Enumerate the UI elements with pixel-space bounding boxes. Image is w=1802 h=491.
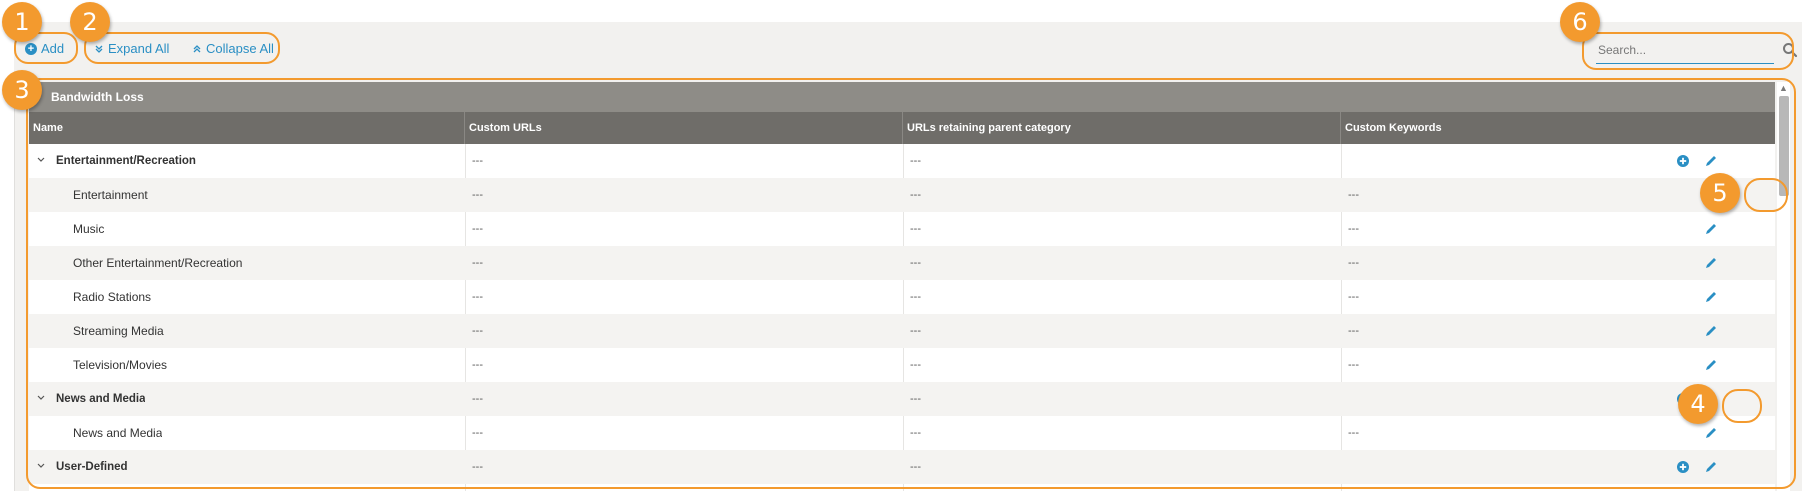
row-urls-retaining: --- bbox=[910, 461, 921, 473]
pencil-icon[interactable] bbox=[1704, 154, 1718, 168]
row-urls-retaining: --- bbox=[910, 223, 921, 235]
table-row[interactable]: Radio Stations --- --- --- bbox=[29, 280, 1775, 314]
pencil-icon[interactable] bbox=[1704, 426, 1718, 440]
expand-all-label: Expand All bbox=[108, 41, 170, 56]
table-row[interactable]: Entertainment/Recreation --- --- bbox=[29, 144, 1775, 178]
row-custom-urls: --- bbox=[472, 359, 483, 371]
row-name: Television/Movies bbox=[73, 358, 168, 372]
expand-all-button[interactable]: Expand All bbox=[94, 40, 169, 58]
row-custom-urls: --- bbox=[472, 189, 483, 201]
row-custom-urls: --- bbox=[472, 325, 483, 337]
row-name: User-Defined bbox=[56, 461, 128, 473]
table-row[interactable]: Streaming Media --- --- --- bbox=[29, 314, 1775, 348]
table-row[interactable]: News and Media --- --- bbox=[29, 382, 1775, 416]
vertical-scrollbar[interactable]: ▲ bbox=[1777, 82, 1790, 491]
table-row[interactable]: User-Defined --- --- bbox=[29, 450, 1775, 484]
row-custom-keywords: --- bbox=[1348, 257, 1359, 269]
magnifier-icon[interactable] bbox=[1782, 42, 1798, 58]
chevron-down-icon[interactable] bbox=[35, 461, 47, 471]
column-header-custom-urls[interactable]: Custom URLs bbox=[465, 112, 903, 144]
row-urls-retaining: --- bbox=[910, 291, 921, 303]
callout-badge-1: 1 bbox=[2, 2, 42, 42]
row-name: Other Entertainment/Recreation bbox=[73, 256, 243, 270]
search-box bbox=[1596, 38, 1798, 64]
row-custom-urls: --- bbox=[472, 223, 483, 235]
search-input[interactable] bbox=[1596, 38, 1746, 62]
row-custom-keywords: --- bbox=[1348, 427, 1359, 439]
column-header-urls-retaining[interactable]: URLs retaining parent category bbox=[903, 112, 1341, 144]
row-urls-retaining: --- bbox=[910, 189, 921, 201]
chevron-down-icon[interactable] bbox=[35, 393, 47, 403]
pencil-icon[interactable] bbox=[1704, 256, 1718, 270]
toolbar bbox=[14, 22, 1802, 76]
group-header[interactable]: Bandwidth Loss bbox=[29, 82, 1775, 112]
row-custom-keywords: --- bbox=[1348, 223, 1359, 235]
callout-badge-2: 2 bbox=[70, 2, 110, 42]
row-name: Entertainment/Recreation bbox=[56, 155, 196, 167]
row-urls-retaining: --- bbox=[910, 393, 921, 405]
row-urls-retaining: --- bbox=[910, 155, 921, 167]
double-chevron-up-icon bbox=[193, 45, 201, 53]
row-name: News and Media bbox=[73, 426, 163, 440]
row-name: Music bbox=[73, 222, 105, 236]
collapse-all-label: Collapse All bbox=[206, 41, 274, 56]
scroll-thumb[interactable] bbox=[1779, 96, 1789, 196]
row-name: Entertainment bbox=[73, 188, 148, 202]
collapse-all-button[interactable]: Collapse All bbox=[192, 40, 274, 58]
add-button[interactable]: + Add bbox=[25, 40, 64, 58]
pencil-icon[interactable] bbox=[1704, 324, 1718, 338]
row-custom-keywords: --- bbox=[1348, 291, 1359, 303]
chevron-down-icon[interactable] bbox=[35, 155, 47, 165]
row-urls-retaining: --- bbox=[910, 257, 921, 269]
row-custom-urls: --- bbox=[472, 427, 483, 439]
plus-circle-icon: + bbox=[25, 43, 37, 55]
category-table: Bandwidth Loss Name Custom URLs URLs ret… bbox=[29, 82, 1775, 491]
column-header-row: Name Custom URLs URLs retaining parent c… bbox=[29, 112, 1775, 144]
callout-badge-4: 4 bbox=[1678, 384, 1718, 424]
table-row[interactable]: Entertainment --- --- --- bbox=[29, 178, 1775, 212]
callout-badge-3: 3 bbox=[2, 70, 42, 110]
pencil-icon[interactable] bbox=[1704, 358, 1718, 372]
pencil-icon[interactable] bbox=[1704, 460, 1718, 474]
row-name: Streaming Media bbox=[73, 324, 164, 338]
callout-badge-6: 6 bbox=[1560, 2, 1600, 42]
row-urls-retaining: --- bbox=[910, 325, 921, 337]
column-header-name[interactable]: Name bbox=[29, 112, 465, 144]
pencil-icon[interactable] bbox=[1704, 290, 1718, 304]
pencil-icon[interactable] bbox=[1704, 222, 1718, 236]
double-chevron-down-icon bbox=[95, 45, 103, 53]
table-row[interactable]: Music --- --- --- bbox=[29, 212, 1775, 246]
row-custom-urls: --- bbox=[472, 155, 483, 167]
table-row[interactable]: Television/Movies --- --- --- bbox=[29, 348, 1775, 382]
add-button-label: Add bbox=[41, 41, 65, 56]
row-urls-retaining: --- bbox=[910, 427, 921, 439]
scroll-up-arrow-icon[interactable]: ▲ bbox=[1777, 82, 1790, 94]
row-custom-urls: --- bbox=[472, 291, 483, 303]
row-custom-keywords: --- bbox=[1348, 359, 1359, 371]
row-custom-urls: --- bbox=[472, 393, 483, 405]
row-urls-retaining: --- bbox=[910, 359, 921, 371]
row-custom-keywords: --- bbox=[1348, 189, 1359, 201]
row-custom-keywords: --- bbox=[1348, 325, 1359, 337]
plus-circle-icon[interactable] bbox=[1676, 460, 1690, 474]
row-custom-urls: --- bbox=[472, 257, 483, 269]
column-header-custom-keywords[interactable]: Custom Keywords bbox=[1341, 112, 1775, 144]
table-row[interactable]: Other Entertainment/Recreation --- --- -… bbox=[29, 246, 1775, 280]
callout-badge-5: 5 bbox=[1700, 173, 1740, 213]
row-custom-urls: --- bbox=[472, 461, 483, 473]
row-name: Radio Stations bbox=[73, 290, 152, 304]
plus-circle-icon[interactable] bbox=[1676, 154, 1690, 168]
row-name: News and Media bbox=[56, 393, 146, 405]
table-row[interactable]: News and Media --- --- --- bbox=[29, 416, 1775, 450]
